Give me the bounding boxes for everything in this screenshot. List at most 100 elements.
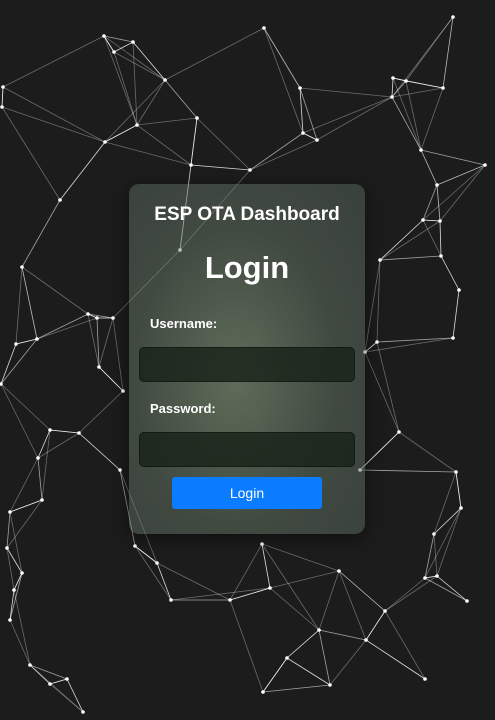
network-line xyxy=(190,164,251,171)
network-node xyxy=(457,288,461,292)
login-button[interactable]: Login xyxy=(172,477,322,509)
network-node xyxy=(133,544,137,548)
network-node xyxy=(383,609,387,613)
network-line xyxy=(6,511,11,549)
network-line xyxy=(318,629,367,641)
network-node xyxy=(248,168,252,172)
network-node xyxy=(378,258,382,262)
network-line xyxy=(379,220,441,261)
network-node xyxy=(301,131,305,135)
network-line xyxy=(391,77,394,98)
network-line xyxy=(338,570,386,612)
network-line xyxy=(420,149,486,166)
network-line xyxy=(36,313,89,340)
network-line xyxy=(98,366,124,392)
network-line xyxy=(316,96,393,141)
network-line xyxy=(424,507,462,579)
network-node xyxy=(28,663,32,667)
network-line xyxy=(37,432,80,459)
network-node xyxy=(391,76,395,80)
network-line xyxy=(262,657,288,693)
network-node xyxy=(65,677,69,681)
network-node xyxy=(95,316,99,320)
network-node xyxy=(20,265,24,269)
network-line xyxy=(134,545,172,601)
network-line xyxy=(422,164,486,221)
network-line xyxy=(392,77,422,151)
network-line xyxy=(104,141,192,166)
network-line xyxy=(379,255,442,261)
network-node xyxy=(131,40,135,44)
network-line xyxy=(59,141,106,201)
network-line xyxy=(66,678,84,713)
network-line xyxy=(436,184,441,222)
network-line xyxy=(0,383,51,431)
network-node xyxy=(375,340,379,344)
network-line xyxy=(269,587,320,631)
network-line xyxy=(263,27,304,134)
network-line xyxy=(424,577,468,602)
network-node xyxy=(86,312,90,316)
network-line xyxy=(196,117,251,171)
network-line xyxy=(440,255,460,291)
network-line xyxy=(286,629,320,659)
network-node xyxy=(40,498,44,502)
network-line xyxy=(436,164,486,186)
network-node xyxy=(8,510,12,514)
network-line xyxy=(0,343,17,385)
network-node xyxy=(48,428,52,432)
network-line xyxy=(384,577,426,612)
network-line xyxy=(21,266,38,340)
network-node xyxy=(268,586,272,590)
network-line xyxy=(170,587,271,601)
network-line xyxy=(398,431,457,473)
network-node xyxy=(285,656,289,660)
network-node xyxy=(103,140,107,144)
network-line xyxy=(136,124,192,166)
network-line xyxy=(0,338,38,385)
network-line xyxy=(136,79,166,126)
network-node xyxy=(262,26,266,30)
network-line xyxy=(21,199,61,268)
network-node xyxy=(432,532,436,536)
network-line xyxy=(359,469,457,473)
network-line xyxy=(98,317,114,368)
network-node xyxy=(465,599,469,603)
network-node xyxy=(451,336,455,340)
network-line xyxy=(262,684,331,693)
network-node xyxy=(441,86,445,90)
network-line xyxy=(49,678,68,685)
network-node xyxy=(135,123,139,127)
network-node xyxy=(390,95,394,99)
network-line xyxy=(439,220,442,257)
network-line xyxy=(103,35,138,126)
network-line xyxy=(269,570,340,589)
password-input[interactable] xyxy=(139,432,355,467)
network-line xyxy=(405,80,422,151)
network-line xyxy=(29,664,68,680)
network-line xyxy=(2,35,105,88)
network-line xyxy=(132,41,166,81)
network-line xyxy=(9,511,23,574)
network-line xyxy=(424,533,435,579)
network-node xyxy=(36,456,40,460)
network-node xyxy=(5,546,9,550)
network-node xyxy=(459,506,463,510)
network-node xyxy=(12,588,16,592)
network-node xyxy=(1,85,5,89)
network-node xyxy=(454,470,458,474)
network-node xyxy=(14,342,18,346)
network-line xyxy=(439,164,486,222)
network-node xyxy=(423,576,427,580)
network-node xyxy=(20,571,24,575)
network-node xyxy=(404,79,408,83)
network-line xyxy=(420,87,444,151)
username-input[interactable] xyxy=(139,347,355,382)
network-line xyxy=(299,87,393,98)
network-line xyxy=(359,431,400,471)
network-line xyxy=(9,457,39,513)
network-node xyxy=(261,690,265,694)
network-node xyxy=(169,598,173,602)
network-line xyxy=(49,429,80,434)
network-line xyxy=(112,317,124,392)
